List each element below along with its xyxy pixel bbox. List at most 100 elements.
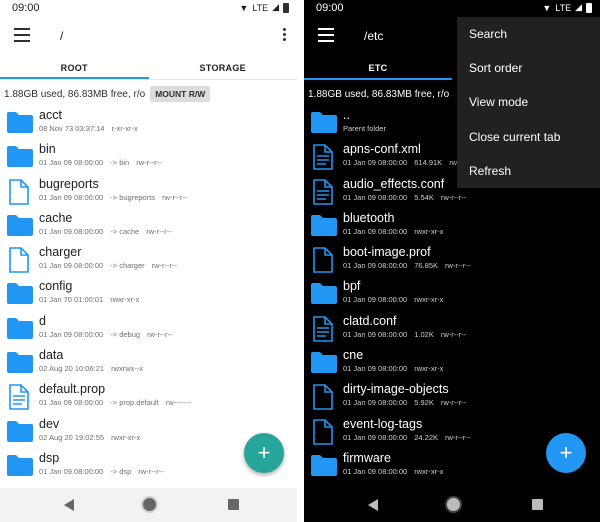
file-meta: 02 Aug 20 19:02:55 rwxr-xr-x [39,433,147,442]
file-meta: 01 Jan 09 08:00:00 rwxr-xr-x [343,467,450,476]
file-row[interactable]: data 02 Aug 20 10:06:21 rwxrwx--x [0,346,297,380]
file-meta: 08 Nov 73 03:37:14 r-xr-xr-x [39,124,145,133]
folder-icon [6,350,34,379]
file-row[interactable]: d 01 Jan 09 08:00:00 -> debug rw-r--r-- [0,312,297,346]
network-label: LTE [555,2,572,13]
folder-icon [6,419,34,448]
file-perms: rwxrwx--x [111,364,144,374]
file-meta: 01 Jan 09 08:00:00 -> bugreports rw-r--r-- [39,193,194,202]
file-row[interactable]: bin 01 Jan 09 08:00:00 -> bin rw-r--r-- [0,140,297,174]
file-meta: 01 Jan 09 08:00:00 5.54K rw-r--r-- [343,193,473,202]
battery-icon [586,2,592,13]
file-extra: 1.02K [414,329,434,339]
storage-text: 1.88GB used, 86.83MB free, r/o [4,88,146,100]
file-extra: 76.85K [414,261,439,271]
file-meta: 01 Jan 09 08:00:00 -> debug rw-r--r-- [39,330,179,339]
file-row[interactable]: charger 01 Jan 09 08:00:00 -> charger rw-r-… [0,243,297,277]
home-icon[interactable] [447,498,460,511]
file-date: 02 Aug 20 19:02:55 [39,432,105,442]
file-icon [310,384,336,415]
file-date: 01 Jan 09 08:00:00 [343,329,408,339]
signal-icon: ◢ [272,2,279,12]
file-perms: rwxr-xr-x [414,295,444,305]
file-row[interactable]: boot-image.prof 01 Jan 09 08:00:00 76.85K r… [304,243,600,277]
file-row[interactable]: clatd.conf 01 Jan 09 08:00:00 1.02K rw-r--r… [304,312,600,346]
add-fab-button[interactable]: + [546,433,586,473]
file-extra: 5.54K [414,192,434,202]
recents-icon[interactable] [532,499,543,510]
file-row[interactable]: dirty-image-objects 01 Jan 09 08:00:00 5.9… [304,380,600,414]
back-icon[interactable] [368,499,378,511]
file-extra: 24.22K [414,432,439,442]
file-perms: rw-r--r-- [136,158,162,168]
file-date: 01 Jan 09 08:00:00 [39,261,104,271]
file-icon [6,247,32,278]
file-name: config [39,279,73,294]
system-nav-bar [0,488,297,522]
toolbar: / [0,16,297,56]
file-row[interactable]: bluetooth 01 Jan 09 08:00:00 rwxr-xr-x [304,209,600,243]
file-meta: 01 Jan 09 08:00:00 -> dsp rw-r--r-- [39,467,171,476]
file-row[interactable]: bugreports 01 Jan 09 08:00:00 -> bugreport… [0,175,297,209]
storage-info: 1.88GB used, 86.83MB free, r/o MOUNT R/W [4,85,297,103]
tab-root[interactable]: ROOT [0,56,149,79]
file-row[interactable]: bpf 01 Jan 09 08:00:00 rwxr-xr-x [304,277,600,311]
file-perms: rwxr-xr-x [111,432,141,442]
file-meta: 01 Jan 09 08:00:00 5.92K rw-r--r-- [343,398,473,407]
file-name: event-log-tags [343,416,423,431]
folder-icon [6,316,34,345]
menu-item-view-mode[interactable]: View mode [457,85,600,119]
file-date: 01 Jan 09 08:00:00 [39,398,104,408]
file-row[interactable]: cne 01 Jan 09 08:00:00 rwxr-xr-x [304,346,600,380]
file-icon [310,247,336,278]
file-meta: 01 Jan 09 08:00:00 rwxr-xr-x [343,364,450,373]
file-name: bin [39,142,56,157]
tab-etc[interactable]: ETC [304,56,452,80]
folder-icon [310,213,338,242]
file-meta: 01 Jan 09 08:00:00 rwxr-xr-x [343,227,450,236]
status-bar: 09:00 ▼ LTE ◢ [0,0,297,16]
mount-rw-button[interactable]: MOUNT R/W [150,86,211,102]
file-extra: 614.91K [414,158,443,168]
file-name: acct [39,108,62,122]
menu-item-search[interactable]: Search [457,17,600,51]
file-row[interactable]: config 01 Jan 70 01:00:01 rwxr-xr-x [0,277,297,311]
status-icons: ▼ LTE ◢ [239,2,289,13]
menu-item-refresh[interactable]: Refresh [457,154,600,188]
file-name: .. [343,108,350,122]
add-fab-button[interactable]: + [244,433,284,473]
file-name: default.prop [39,382,106,397]
file-extra: -> charger [110,261,145,271]
text-file-icon [310,178,336,210]
file-row[interactable]: acct 08 Nov 73 03:37:14 r-xr-xr-x [0,106,297,140]
file-extra: -> bugreports [110,192,156,202]
file-row[interactable]: cache 01 Jan 09 08:00:00 -> cache rw-r--r-- [0,209,297,243]
file-meta: 01 Jan 70 01:00:01 rwxr-xr-x [39,295,146,304]
folder-icon [6,110,34,139]
text-file-icon [310,315,336,347]
file-row[interactable]: default.prop 01 Jan 09 08:00:00 -> prop.de… [0,380,297,414]
status-time: 09:00 [316,2,344,14]
folder-icon [6,144,34,173]
recents-icon[interactable] [228,499,239,510]
status-bar: 09:00 ▼ LTE ◢ [304,0,600,16]
menu-item-close-tab[interactable]: Close current tab [457,120,600,154]
file-perms: rw-r--r-- [445,261,471,271]
file-name: firmware [343,450,391,465]
hamburger-menu-icon[interactable] [318,28,334,42]
file-name: bugreports [39,176,99,191]
file-perms: rw-r--r-- [147,329,173,339]
file-date: Parent folder [343,124,386,133]
folder-icon [6,453,34,482]
file-perms: rwxr-xr-x [414,466,444,476]
tab-storage[interactable]: STORAGE [149,56,298,79]
text-file-icon [310,144,336,175]
back-icon[interactable] [64,499,74,511]
home-icon[interactable] [143,498,156,511]
hamburger-menu-icon[interactable] [14,28,30,42]
file-icon [6,178,32,210]
menu-item-sort-order[interactable]: Sort order [457,51,600,85]
file-perms: rw-r--r-- [146,226,172,236]
file-meta: 01 Jan 09 08:00:00 1.02K rw-r--r-- [343,330,473,339]
overflow-menu-icon[interactable] [281,28,287,44]
